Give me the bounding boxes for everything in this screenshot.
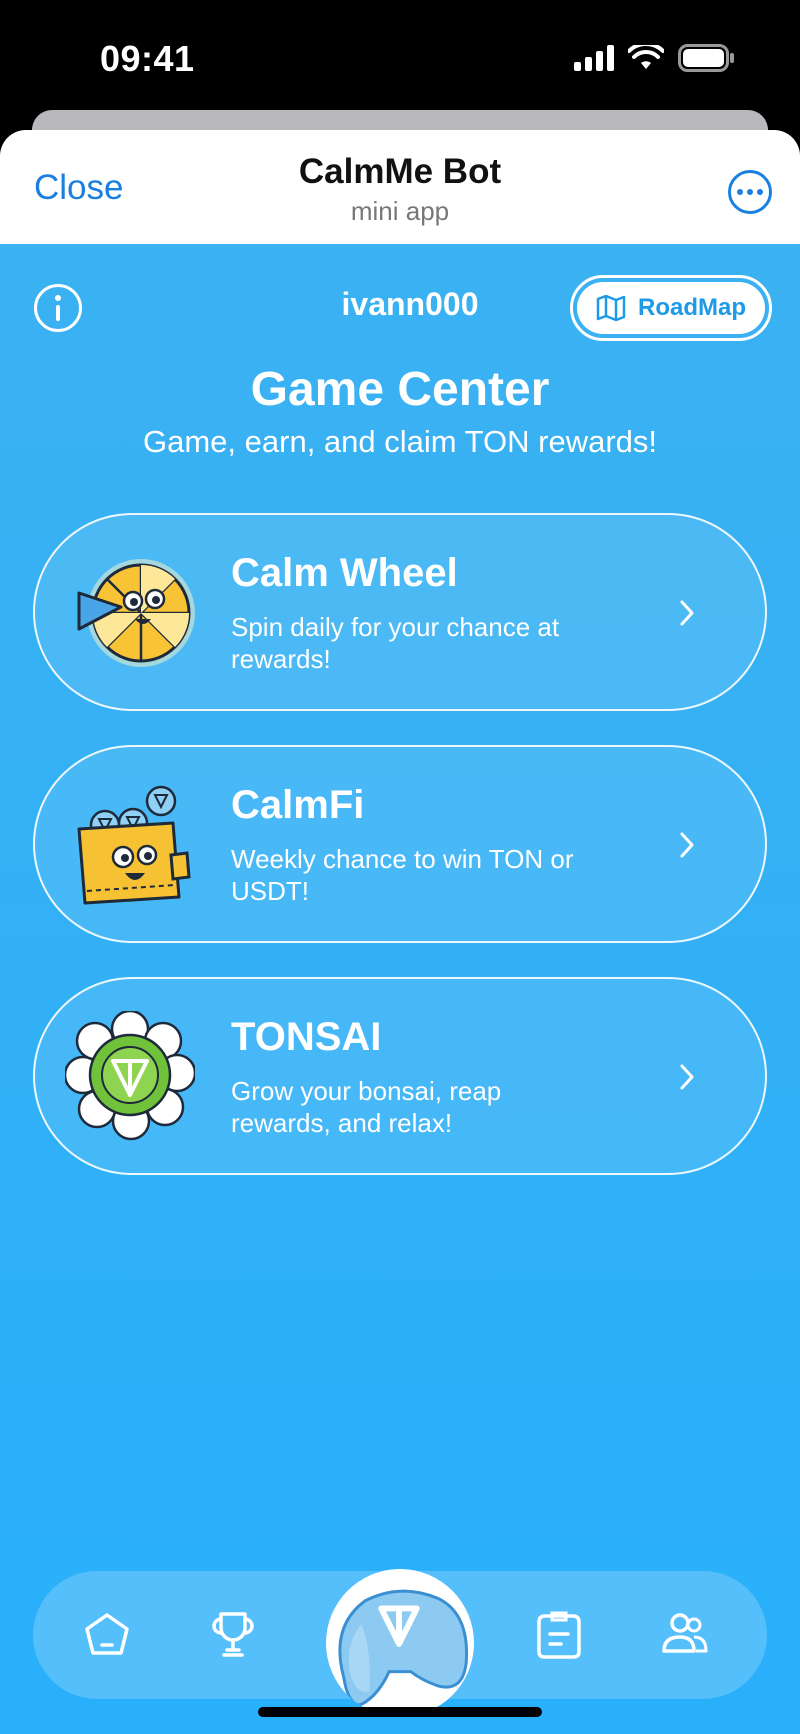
ton-flower-icon — [63, 1009, 197, 1141]
app-subtitle: mini app — [350, 196, 450, 226]
nav-games[interactable] — [326, 1569, 474, 1717]
more-options-button[interactable] — [728, 170, 772, 214]
more-icon-dot — [757, 189, 763, 195]
page-title: Game Center — [250, 363, 550, 416]
home-indicator — [258, 1707, 542, 1717]
gamepad-icon — [338, 1589, 469, 1707]
nav-leaderboard[interactable] — [201, 1603, 265, 1667]
status-icons — [574, 44, 734, 72]
game-title: CalmFi — [231, 783, 365, 827]
friends-icon — [662, 1613, 708, 1653]
game-title: TONSAI — [231, 1015, 382, 1059]
game-card-tonsai[interactable]: TONSAI Grow your bonsai, reap rewards, a… — [33, 977, 767, 1175]
game-card-calmfi[interactable]: CalmFi Weekly chance to win TON or USDT! — [33, 745, 767, 943]
wallet-mascot-icon — [75, 785, 195, 905]
game-description: Spin daily for your chance at rewards! — [231, 612, 560, 674]
roadmap-label: RoadMap — [638, 294, 746, 321]
map-icon — [596, 295, 626, 321]
game-description: Grow your bonsai, reap rewards, and rela… — [231, 1076, 502, 1138]
nav-home[interactable] — [75, 1603, 139, 1667]
page-subtitle: Game, earn, and claim TON rewards! — [143, 424, 657, 459]
chevron-right-icon — [680, 600, 694, 626]
tasks-icon — [537, 1611, 581, 1659]
home-icon — [85, 1613, 129, 1655]
nav-tasks[interactable] — [527, 1603, 591, 1667]
bottom-nav — [33, 1569, 767, 1717]
roadmap-button-inner: RoadMap — [577, 282, 765, 334]
wheel-mascot-icon — [75, 553, 195, 673]
more-icon-dot — [747, 189, 753, 195]
battery-icon — [678, 44, 734, 72]
game-title: Calm Wheel — [231, 551, 458, 595]
more-icon-dot — [737, 189, 743, 195]
mini-app-header: Close CalmMe Bot mini app — [0, 130, 800, 244]
trophy-icon — [212, 1612, 254, 1657]
chevron-right-icon — [680, 832, 694, 858]
wifi-icon — [628, 45, 664, 69]
nav-friends[interactable] — [653, 1603, 717, 1667]
game-description: Weekly chance to win TON or USDT! — [231, 844, 574, 906]
game-card-calm-wheel[interactable]: Calm Wheel Spin daily for your chance at… — [33, 513, 767, 711]
signal-icon — [574, 45, 614, 71]
status-time: 09:41 — [100, 38, 195, 79]
main-content: ivann000 RoadMap Game Center Game, earn,… — [0, 244, 800, 1734]
roadmap-button[interactable]: RoadMap — [570, 275, 772, 341]
status-bar: 09:41 — [0, 0, 800, 110]
app-title: CalmMe Bot — [298, 152, 502, 191]
chevron-right-icon — [680, 1064, 694, 1090]
